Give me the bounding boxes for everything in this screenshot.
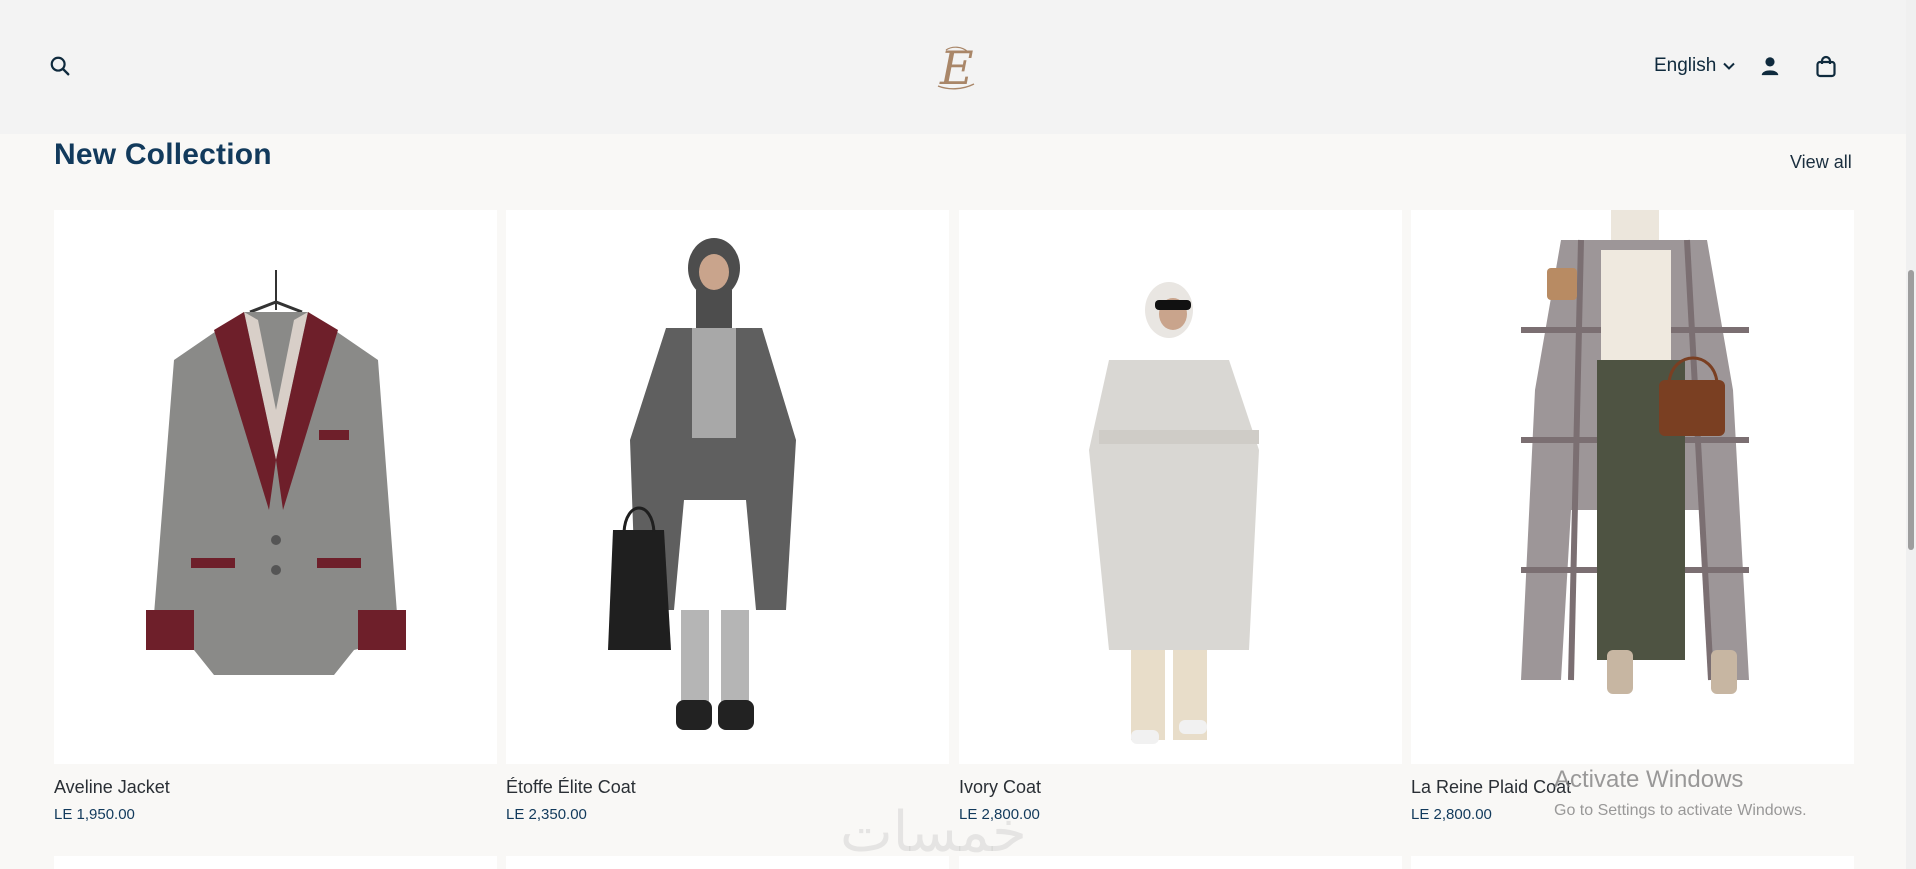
product-name[interactable]: Ivory Coat [959, 777, 1041, 798]
language-label: English [1654, 55, 1717, 76]
product-name[interactable]: Aveline Jacket [54, 777, 170, 798]
product-price: LE 2,800.00 [1411, 806, 1492, 823]
model-ivory-coat-illustration [1089, 282, 1259, 744]
activate-windows-subtitle: Go to Settings to activate Windows. [1554, 802, 1807, 819]
product-card[interactable]: Étoffe Élite Coat LE 2,350.00 [506, 210, 949, 830]
product-image[interactable] [959, 210, 1402, 764]
product-image[interactable] [1411, 210, 1854, 764]
activate-windows-title: Activate Windows [1554, 766, 1744, 793]
product-card-next[interactable] [54, 856, 497, 869]
product-price: LE 2,350.00 [506, 806, 587, 823]
product-name[interactable]: Étoffe Élite Coat [506, 777, 636, 798]
search-icon [50, 56, 70, 76]
product-card-next[interactable] [1411, 856, 1854, 869]
section-title: New Collection [54, 138, 272, 171]
site-logo[interactable]: E [928, 40, 984, 96]
scrollbar-thumb[interactable] [1908, 270, 1914, 550]
model-grey-coat-illustration [608, 238, 796, 730]
product-card[interactable]: La Reine Plaid Coat LE 2,800.00 [1411, 210, 1854, 830]
search-button[interactable] [46, 52, 74, 80]
page-scrollbar[interactable] [1906, 0, 1916, 869]
jacket-illustration [146, 270, 406, 675]
site-header: E English [0, 0, 1906, 134]
account-button[interactable] [1756, 52, 1784, 80]
product-price: LE 1,950.00 [54, 806, 135, 823]
cart-button[interactable] [1811, 52, 1841, 82]
view-all-link[interactable]: View all [1790, 152, 1852, 173]
language-selector[interactable]: English [1654, 54, 1736, 78]
user-icon [1761, 57, 1779, 76]
activate-windows-notice: Activate Windows Go to Settings to activ… [1554, 766, 1807, 820]
chevron-down-icon [1723, 62, 1736, 70]
product-card[interactable]: Ivory Coat LE 2,800.00 [959, 210, 1402, 830]
product-image[interactable] [54, 210, 497, 764]
product-name[interactable]: La Reine Plaid Coat [1411, 777, 1571, 798]
product-image[interactable] [506, 210, 949, 764]
logo-mark: E [937, 41, 975, 95]
product-card[interactable]: Aveline Jacket LE 1,950.00 [54, 210, 497, 830]
site-watermark: خمسات [840, 800, 1027, 865]
model-plaid-coat-illustration [1521, 210, 1749, 694]
shopping-bag-icon [1816, 55, 1836, 78]
